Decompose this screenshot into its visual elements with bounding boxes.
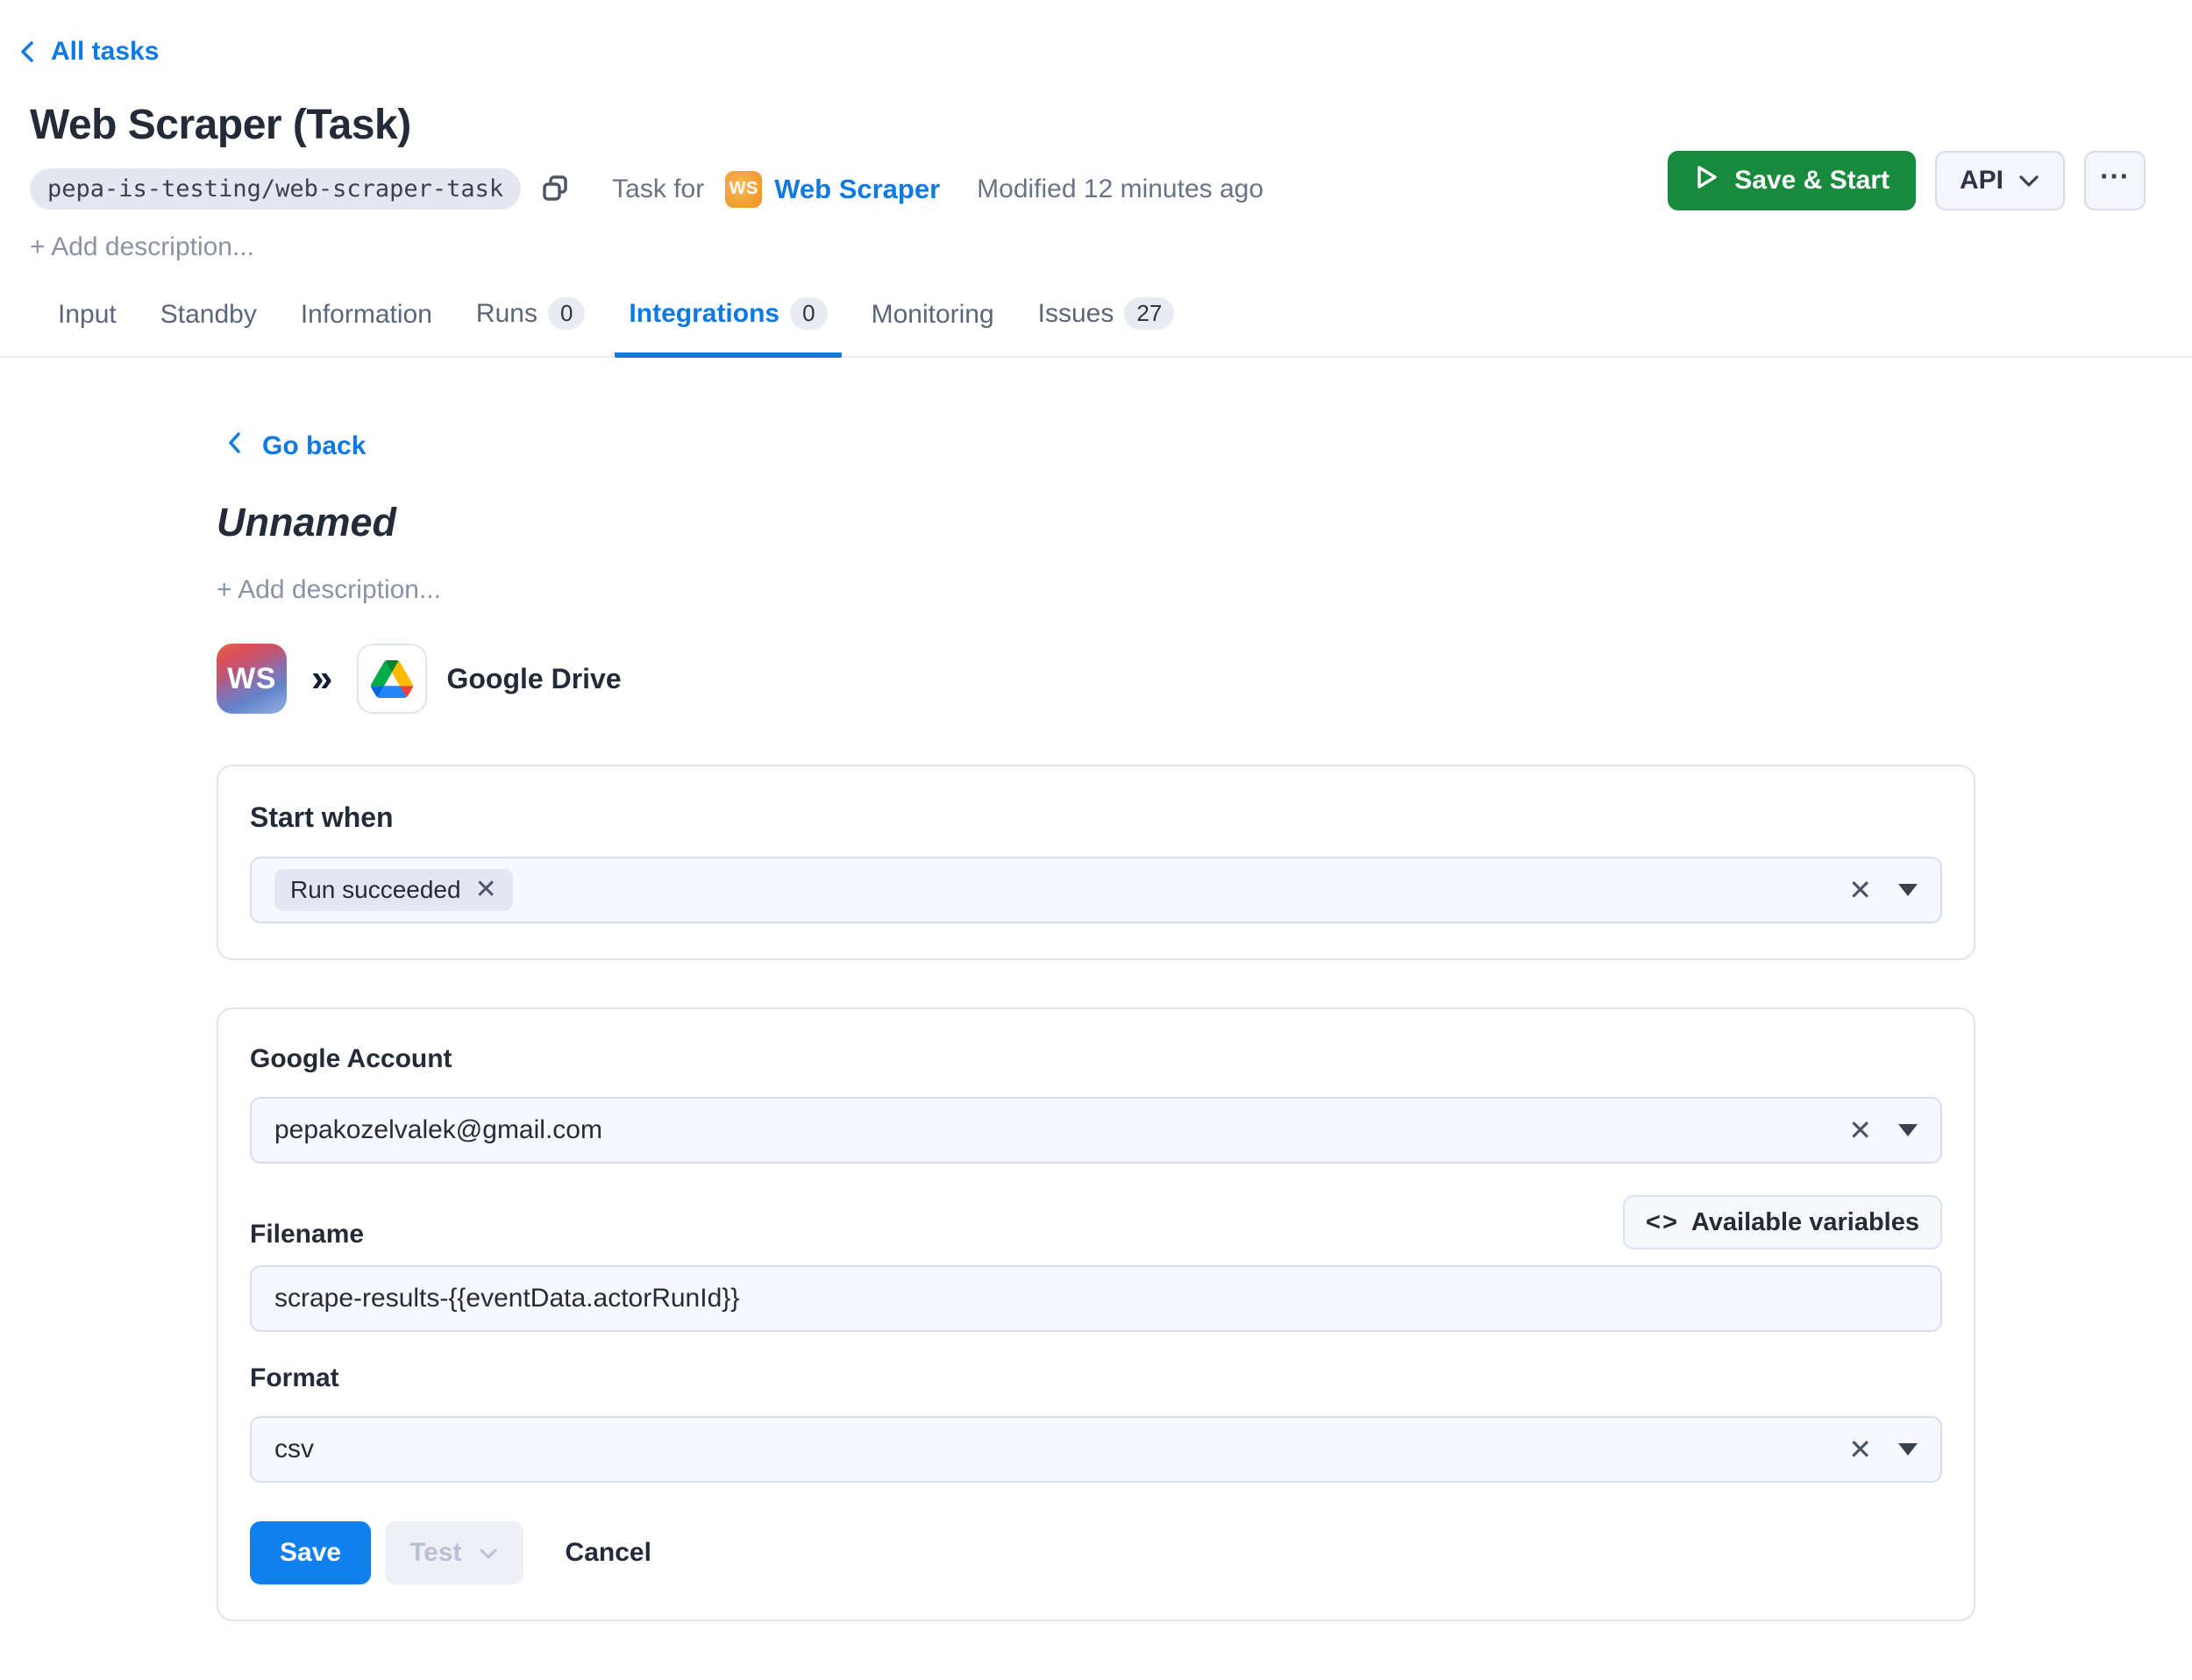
page-title: Web Scraper (Task) (30, 101, 2145, 149)
tab-information[interactable]: Information (287, 300, 446, 358)
tab-runs[interactable]: Runs0 (462, 297, 600, 358)
filename-input[interactable] (250, 1265, 1942, 1332)
format-value: csv (274, 1434, 1848, 1464)
code-icon: <> (1646, 1208, 1679, 1237)
chevron-left-icon (18, 39, 39, 65)
target-service-name: Google Drive (446, 663, 621, 695)
filename-label: Filename (250, 1220, 364, 1249)
chevron-left-icon (225, 430, 245, 463)
clear-select-icon[interactable]: ✕ (1848, 1116, 1872, 1144)
copy-icon[interactable] (537, 171, 573, 208)
save-button[interactable]: Save (250, 1521, 371, 1584)
chevron-down-icon (478, 1538, 499, 1568)
clear-select-icon[interactable]: ✕ (1848, 1435, 1872, 1463)
page-header: All tasks Web Scraper (Task) pepa-is-tes… (0, 0, 2192, 262)
google-account-value: pepakozelvalek@gmail.com (274, 1115, 1848, 1145)
integration-add-description-link[interactable]: + Add description... (217, 575, 1975, 605)
go-back-label: Go back (262, 431, 366, 461)
start-when-card: Start when Run succeeded ✕ ✕ (217, 765, 1975, 960)
google-account-label: Google Account (250, 1044, 1942, 1074)
task-id-badge: pepa-is-testing/web-scraper-task (30, 168, 521, 210)
more-options-button[interactable]: ⋯ (2084, 151, 2146, 210)
filename-group: Filename <> Available variables (250, 1195, 1942, 1332)
dropdown-caret-icon[interactable] (1898, 884, 1918, 896)
more-icon: ⋯ (2099, 159, 2131, 194)
save-and-start-label: Save & Start (1734, 166, 1890, 196)
dropdown-caret-icon[interactable] (1898, 1443, 1918, 1456)
chevron-down-icon (2018, 166, 2040, 196)
tab-bar: Input Standby Information Runs0 Integrat… (0, 297, 2192, 358)
header-actions: Save & Start API ⋯ (1668, 151, 2146, 210)
available-variables-label: Available variables (1691, 1208, 1919, 1237)
format-label: Format (250, 1363, 1942, 1393)
tab-issues[interactable]: Issues27 (1024, 297, 1189, 358)
integration-detail: Go back Unnamed + Add description... WS … (217, 358, 1975, 1621)
format-select[interactable]: csv ✕ (250, 1416, 1942, 1483)
integration-settings-card: Google Account pepakozelvalek@gmail.com … (217, 1007, 1975, 1621)
start-when-select[interactable]: Run succeeded ✕ ✕ (250, 857, 1942, 923)
go-back-link[interactable]: Go back (225, 430, 366, 463)
actor-link[interactable]: Web Scraper (774, 174, 940, 205)
save-and-start-button[interactable]: Save & Start (1668, 151, 1916, 210)
web-scraper-actor-icon: WS (725, 171, 762, 208)
test-label: Test (409, 1538, 461, 1568)
runs-count-badge: 0 (548, 297, 585, 330)
issues-count-badge: 27 (1124, 297, 1174, 330)
double-chevron-right-icon: » (311, 657, 332, 701)
add-description-link[interactable]: + Add description... (30, 232, 2145, 262)
dropdown-caret-icon[interactable] (1898, 1124, 1918, 1136)
integration-name[interactable]: Unnamed (217, 500, 1975, 545)
cancel-button[interactable]: Cancel (566, 1521, 651, 1584)
web-scraper-source-icon: WS (217, 644, 287, 714)
google-drive-icon (357, 644, 427, 714)
api-dropdown-button[interactable]: API (1935, 151, 2065, 210)
api-label: API (1960, 166, 2003, 196)
integrations-count-badge: 0 (790, 297, 827, 330)
run-succeeded-chip: Run succeeded ✕ (274, 869, 513, 911)
test-button[interactable]: Test (385, 1521, 523, 1584)
all-tasks-label: All tasks (51, 37, 159, 67)
clear-select-icon[interactable]: ✕ (1848, 876, 1872, 904)
google-account-group: Google Account pepakozelvalek@gmail.com … (250, 1044, 1942, 1164)
remove-chip-icon[interactable]: ✕ (475, 877, 497, 903)
format-group: Format csv ✕ (250, 1363, 1942, 1483)
modified-timestamp: Modified 12 minutes ago (977, 174, 1263, 204)
all-tasks-back-link[interactable]: All tasks (18, 37, 159, 67)
chip-label: Run succeeded (290, 876, 461, 904)
form-actions: Save Test Cancel (250, 1521, 1942, 1584)
start-when-title: Start when (250, 801, 1942, 834)
tab-input[interactable]: Input (44, 300, 131, 358)
integration-flow-row: WS » Google Drive (217, 644, 1975, 714)
tab-monitoring[interactable]: Monitoring (858, 300, 1008, 358)
play-icon (1694, 162, 1720, 199)
tab-integrations[interactable]: Integrations0 (615, 297, 841, 358)
tab-standby[interactable]: Standby (146, 300, 271, 358)
task-for-label: Task for (612, 174, 704, 204)
google-account-select[interactable]: pepakozelvalek@gmail.com ✕ (250, 1097, 1942, 1164)
available-variables-button[interactable]: <> Available variables (1623, 1195, 1942, 1249)
